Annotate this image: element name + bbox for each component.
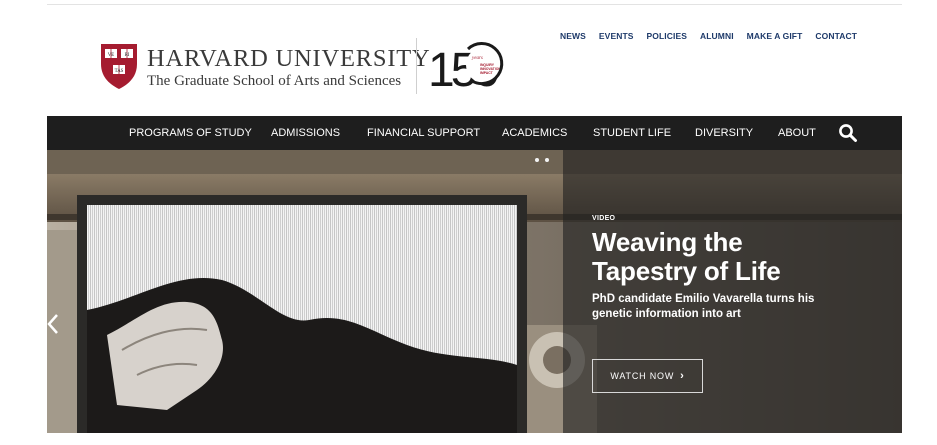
utility-link-contact[interactable]: CONTACT — [815, 31, 857, 41]
shield-motto-ri: RI — [125, 53, 130, 58]
nav-item-diversity[interactable]: DIVERSITY — [695, 116, 753, 150]
main-nav: PROGRAMS OF STUDY ADMISSIONS FINANCIAL S… — [47, 116, 902, 150]
carousel-prev-icon[interactable] — [47, 312, 61, 336]
anniversary-logo: 150 years INQUIRY INNOVATION IMPACT — [428, 42, 504, 91]
site-brand[interactable]: HARVARD UNIVERSITY The Graduate School o… — [147, 46, 431, 90]
nav-item-financial-support[interactable]: FINANCIAL SUPPORT — [367, 116, 480, 150]
hero-headline[interactable]: Weaving the Tapestry of Life — [592, 228, 852, 286]
header-divider — [416, 38, 417, 94]
anniversary-tag-3: IMPACT — [480, 71, 494, 75]
hero-headline-line-2: Tapestry of Life — [592, 256, 781, 286]
shield-motto-tas: TAS — [115, 69, 124, 74]
school-name: The Graduate School of Arts and Sciences — [147, 73, 402, 89]
utility-link-events[interactable]: EVENTS — [599, 31, 634, 41]
utility-link-alumni[interactable]: ALUMNI — [700, 31, 734, 41]
hero-headline-line-1: Weaving the — [592, 227, 743, 257]
nav-item-student-life[interactable]: STUDENT LIFE — [593, 116, 671, 150]
nav-item-admissions[interactable]: ADMISSIONS — [271, 116, 340, 150]
university-name: HARVARD UNIVERSITY — [147, 45, 431, 72]
utility-link-make-a-gift[interactable]: MAKE A GIFT — [747, 31, 803, 41]
shield-motto-ve: VE — [108, 53, 114, 58]
harvard-shield-icon[interactable]: VE RI TAS — [99, 42, 139, 90]
hero-banner: VIDEO Weaving the Tapestry of Life PhD c… — [47, 150, 902, 433]
hero-eyebrow: VIDEO — [592, 215, 616, 222]
utility-nav: NEWS EVENTS POLICIES ALUMNI MAKE A GIFT … — [560, 31, 857, 41]
hero-subtitle: PhD candidate Emilio Vavarella turns his… — [592, 292, 852, 322]
utility-link-news[interactable]: NEWS — [560, 31, 586, 41]
search-icon[interactable] — [838, 123, 858, 143]
nav-item-academics[interactable]: ACADEMICS — [502, 116, 567, 150]
anniversary-years: years — [471, 56, 483, 61]
utility-link-policies[interactable]: POLICIES — [647, 31, 687, 41]
hero-subtitle-line-2: genetic information into art — [592, 308, 741, 320]
nav-item-programs-of-study[interactable]: PROGRAMS OF STUDY — [129, 116, 252, 150]
chevron-right-icon: › — [680, 370, 685, 382]
hero-subtitle-line-1: PhD candidate Emilio Vavarella turns his — [592, 293, 815, 305]
nav-item-about[interactable]: ABOUT — [778, 116, 816, 150]
top-divider — [47, 4, 902, 5]
watch-now-label: WATCH NOW — [610, 371, 675, 381]
watch-now-button[interactable]: WATCH NOW › — [592, 359, 703, 393]
hero-text: VIDEO Weaving the Tapestry of Life PhD c… — [592, 215, 852, 322]
